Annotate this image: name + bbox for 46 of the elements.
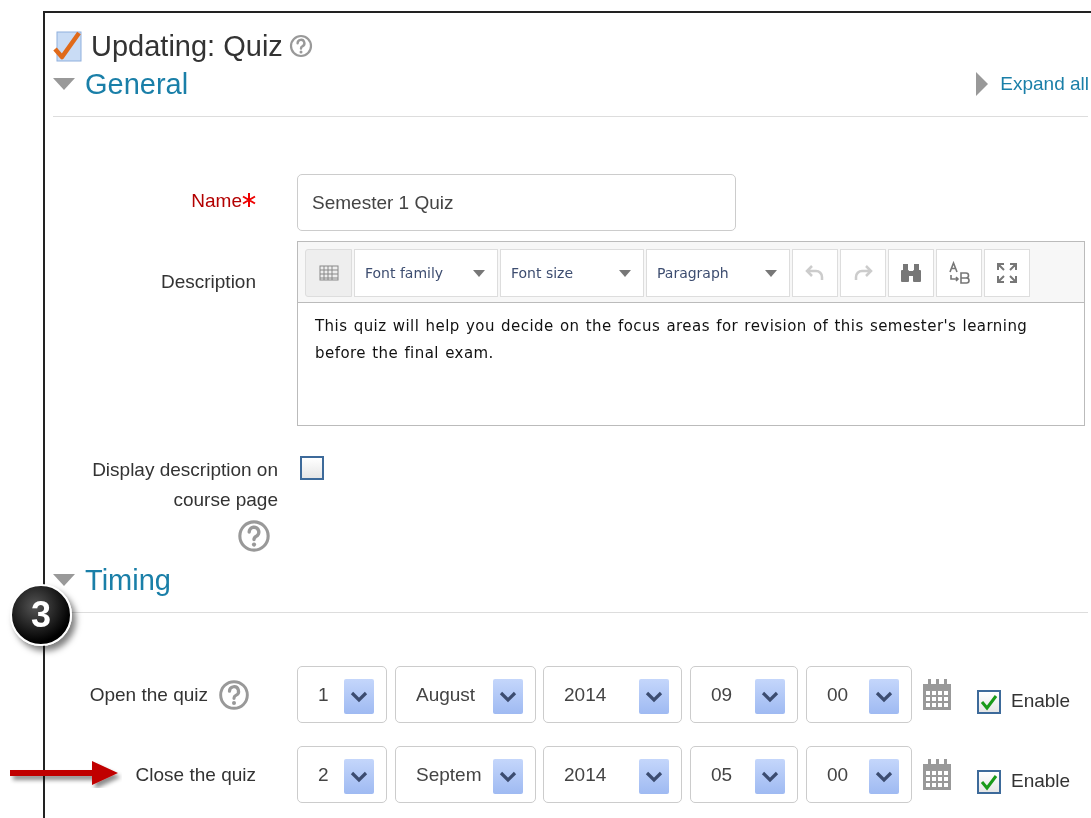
help-icon[interactable]	[237, 519, 271, 553]
date-select[interactable]: 00	[806, 666, 912, 723]
field-label: Display description on course page	[91, 458, 278, 512]
date-select[interactable]: 05	[690, 746, 798, 803]
toolbar-dropdown[interactable]: Font size	[500, 249, 644, 297]
text-editor[interactable]: Font family Font size Paragraph This quiz will help you decide on the focus areas for revision of this semester's learning before the final exam.	[297, 241, 1085, 426]
step-badge: 3	[10, 584, 72, 646]
date-select[interactable]: August	[395, 666, 536, 723]
help-icon[interactable]	[218, 678, 250, 711]
caret-icon	[619, 269, 631, 277]
help-icon[interactable]	[288, 34, 313, 58]
date-select[interactable]: 2	[297, 746, 387, 803]
calendar-icon[interactable]	[922, 758, 952, 791]
checkbox[interactable]	[977, 770, 1001, 794]
date-select[interactable]: Septem	[395, 746, 536, 803]
toolbar-dropdown[interactable]: Paragraph	[646, 249, 790, 297]
field-label: Close the quiz	[135, 763, 256, 786]
checkbox[interactable]	[977, 690, 1001, 714]
expand-all-link[interactable]: Expand all	[976, 72, 1089, 96]
date-select[interactable]: 2014	[543, 666, 682, 723]
toolbar-dropdown[interactable]: Font family	[354, 249, 498, 297]
editor-text: This quiz will help you decide on the focus areas for revision of this semester's learning before the final exam.	[314, 316, 1029, 364]
checkbox[interactable]	[300, 456, 324, 480]
section-heading[interactable]: Timing	[85, 563, 171, 597]
replace-icon[interactable]	[947, 261, 971, 285]
collapse-triangle-icon[interactable]	[53, 573, 75, 587]
page-title: Updating: Quiz	[91, 29, 283, 63]
section-heading[interactable]: General	[85, 67, 189, 101]
collapse-triangle-icon[interactable]	[53, 77, 75, 91]
date-select[interactable]: 1	[297, 666, 387, 723]
field-label: Open the quiz	[89, 683, 208, 706]
calendar-icon[interactable]	[922, 678, 952, 711]
expand-triangle-icon	[976, 72, 989, 96]
checkbox-label: Enable	[1011, 689, 1071, 712]
name-field[interactable]: Semester 1 Quiz	[297, 174, 736, 231]
date-select[interactable]: 2014	[543, 746, 682, 803]
caret-icon	[765, 269, 777, 277]
quiz-icon	[53, 29, 85, 63]
field-label: Description	[160, 271, 256, 293]
date-select[interactable]: 09	[690, 666, 798, 723]
binoculars-icon[interactable]	[899, 261, 923, 285]
checkbox-label: Enable	[1011, 769, 1071, 792]
field-label: Name	[191, 190, 242, 212]
fullscreen-icon[interactable]	[995, 261, 1019, 285]
caret-icon	[473, 269, 485, 277]
date-select[interactable]: 00	[806, 746, 912, 803]
